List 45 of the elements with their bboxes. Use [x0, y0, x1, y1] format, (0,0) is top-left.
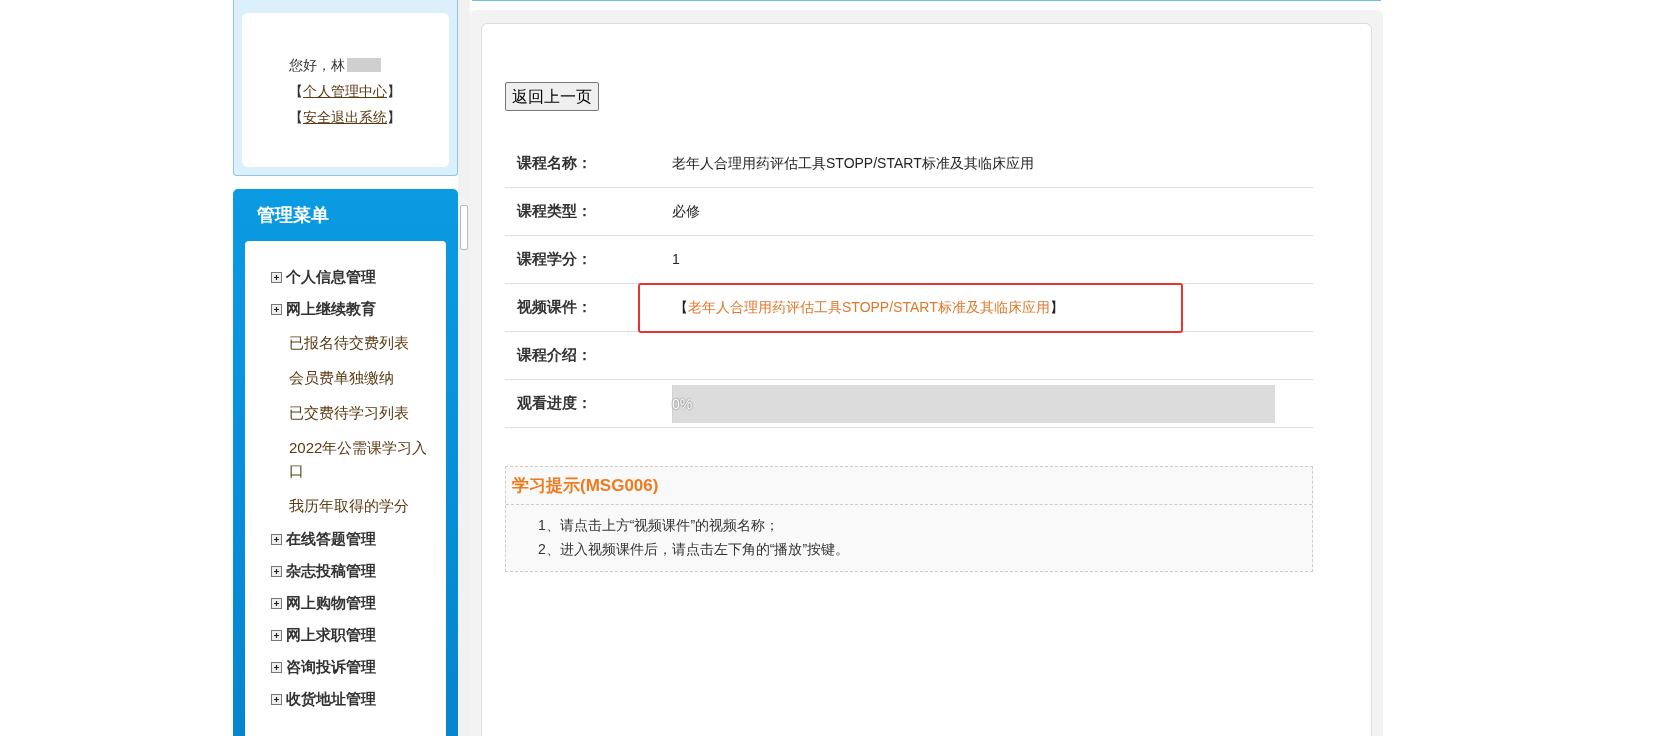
expand-icon[interactable]	[271, 271, 282, 283]
menu-link[interactable]: 2022年公需课学习入口	[289, 436, 438, 482]
tip-line: 2、进入视频课件后，请点击左下角的“播放”按键。	[538, 540, 851, 559]
field-label: 观看进度：	[516, 393, 593, 414]
expand-icon[interactable]	[271, 533, 282, 545]
greeting: 您好，林	[289, 56, 345, 75]
field-label: 课程学分：	[515, 249, 593, 270]
bracket: 】	[387, 108, 401, 127]
field-label: 课程名称：	[515, 153, 593, 174]
menu-group[interactable]: 在线答题管理	[286, 527, 376, 551]
tip-line: 1、请点击上方“视频课件”的视频名称；	[538, 516, 781, 535]
menu-group[interactable]: 网上购物管理	[286, 591, 376, 615]
tips-title: 学习提示(MSG006)	[506, 467, 1312, 505]
bracket: 】	[387, 82, 401, 101]
menu-group[interactable]: 咨询投诉管理	[286, 655, 376, 679]
expand-icon[interactable]	[271, 597, 282, 609]
field-value: 老年人合理用药评估工具STOPP/START标准及其临床应用	[672, 154, 1034, 173]
field-value: 必修	[672, 202, 700, 221]
scrollbar[interactable]	[458, 0, 470, 736]
menu-link[interactable]: 已交费待学习列表	[289, 401, 438, 424]
field-label: 课程类型：	[515, 201, 593, 222]
menu-group[interactable]: 网上求职管理	[286, 623, 376, 647]
back-button[interactable]: 返回上一页	[505, 82, 599, 111]
bracket: 【	[289, 82, 303, 101]
menu-group[interactable]: 收货地址管理	[286, 687, 376, 711]
user-link[interactable]: 个人管理中心	[303, 78, 387, 104]
menu-group[interactable]: 网上继续教育	[286, 297, 376, 321]
field-label: 课程介绍：	[515, 345, 593, 366]
menu-link[interactable]: 已报名待交费列表	[289, 331, 438, 354]
bracket: 【	[289, 108, 303, 127]
menu-group[interactable]: 个人信息管理	[286, 265, 376, 289]
expand-icon[interactable]	[271, 565, 282, 577]
expand-icon[interactable]	[271, 629, 282, 641]
bracket: 】	[1049, 298, 1064, 317]
menu-link[interactable]: 我历年取得的学分	[289, 494, 438, 517]
bracket: 【	[674, 298, 688, 317]
menu-group[interactable]: 杂志投稿管理	[286, 559, 376, 583]
user-link[interactable]: 安全退出系统	[303, 104, 387, 130]
menu-link[interactable]: 会员费单独缴纳	[289, 366, 438, 389]
field-value: 1	[672, 250, 680, 269]
field-label: 视频课件：	[516, 297, 593, 318]
menu-title: 管理菜单	[256, 203, 330, 227]
expand-icon[interactable]	[271, 693, 282, 705]
expand-icon[interactable]	[271, 303, 282, 315]
expand-icon[interactable]	[271, 661, 282, 673]
